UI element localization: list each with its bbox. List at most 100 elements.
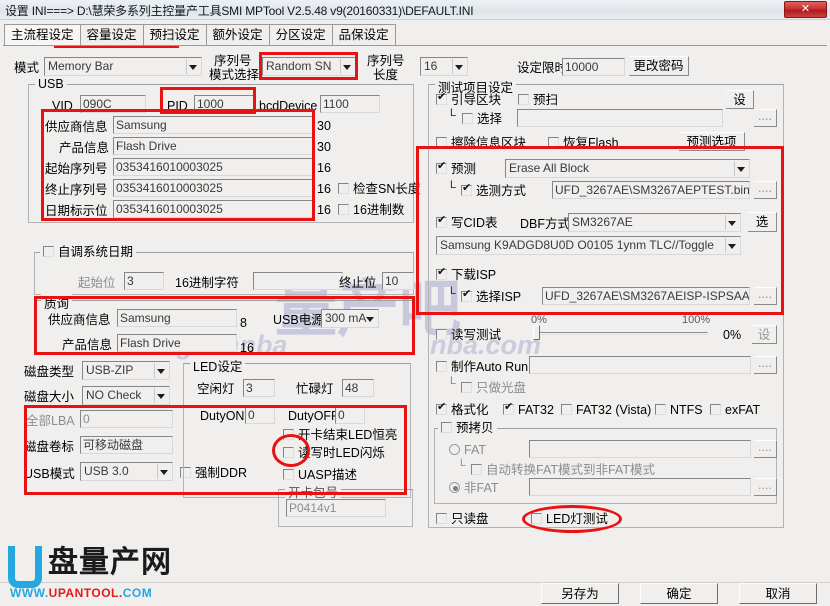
predict-options-button[interactable]: 预测选项 [679, 132, 745, 151]
save-as-button[interactable]: 另存为 [541, 583, 619, 604]
disk-size-combo[interactable]: NO Check [82, 386, 170, 405]
checkbox-box [436, 269, 447, 280]
fat-browse-button[interactable]: .... [754, 440, 777, 458]
checkbox-box [503, 404, 514, 415]
change-password-button[interactable]: 更改密码 [629, 56, 689, 76]
date-flag-field[interactable]: 0353416010003025 [113, 200, 313, 218]
inquiry-vendor-field[interactable]: Samsung [117, 309, 237, 327]
predict-checkbox[interactable]: 预测 [436, 162, 476, 176]
led-blink-checkbox[interactable]: 读写时LED闪烁 [283, 446, 385, 460]
non-fat-path-field[interactable] [529, 478, 751, 496]
led-constant-checkbox[interactable]: 开卡结束LED恒亮 [283, 428, 397, 442]
rw-test-set-button[interactable]: 设 [752, 325, 777, 344]
exfat-checkbox[interactable]: exFAT [710, 403, 760, 417]
busy-led-field[interactable]: 48 [342, 379, 374, 397]
select-label: 选择 [477, 112, 502, 126]
pid-field[interactable]: 1000 [194, 95, 254, 113]
start-bit-field[interactable]: 3 [124, 272, 164, 290]
date-flag-length: 16 [317, 203, 331, 217]
predict-method-path-field[interactable]: UFD_3267AE\SM3267AEPTEST.bin [552, 181, 750, 199]
tab-extra[interactable]: 额外设定 [206, 24, 270, 45]
check-sn-length-checkbox[interactable]: 检查SN长度 [338, 182, 420, 196]
inquiry-product-field[interactable]: Flash Drive [117, 334, 237, 352]
volume-label-field[interactable]: 可移动磁盘 [80, 436, 173, 454]
usb-power-combo[interactable]: 300 mA [321, 309, 379, 328]
end-sn-field[interactable]: 0353416010003025 [113, 179, 313, 197]
predict-method-browse-button[interactable]: .... [754, 181, 777, 199]
uasp-checkbox[interactable]: UASP描述 [283, 468, 357, 482]
dbf-select-button[interactable]: 选 [748, 212, 777, 232]
busy-led-label: 忙碌灯 [296, 382, 334, 396]
sn-mode-combo[interactable]: Random SN [262, 57, 356, 76]
prescan-set-button[interactable]: 设 [726, 90, 754, 109]
non-fat-browse-button[interactable]: .... [754, 478, 777, 496]
tab-partition[interactable]: 分区设定 [269, 24, 333, 45]
fat-path-field[interactable] [529, 440, 751, 458]
predict-mode-combo[interactable]: Erase All Block [505, 159, 750, 178]
usb-mode-combo[interactable]: USB 3.0 [80, 462, 173, 481]
tab-prescan[interactable]: 预扫设定 [143, 24, 207, 45]
download-isp-checkbox[interactable]: 下载ISP [436, 268, 496, 282]
tab-capacity[interactable]: 容量设定 [80, 24, 144, 45]
format-checkbox[interactable]: 格式化 [436, 403, 489, 417]
select-isp-checkbox[interactable]: 选择ISP [461, 290, 521, 304]
boot-block-label: 引导区块 [451, 93, 501, 107]
precopy-checkbox[interactable]: 预拷贝 [438, 421, 497, 435]
rw-test-slider-track[interactable] [536, 332, 708, 335]
select-path-field[interactable] [517, 109, 723, 127]
close-button[interactable]: ✕ [784, 1, 827, 18]
vendor-info-field[interactable]: Samsung [113, 116, 313, 134]
end-bit-field[interactable]: 10 [382, 272, 414, 290]
non-fat-label: 非FAT [464, 481, 499, 495]
select-isp-path-field[interactable]: UFD_3267AE\SM3267AEISP-ISPSAA19nn [542, 287, 750, 305]
hex-char-field[interactable] [253, 272, 343, 290]
autorun-browse-button[interactable]: .... [754, 356, 777, 374]
disk-type-combo[interactable]: USB-ZIP [82, 361, 170, 380]
ok-button[interactable]: 确定 [640, 583, 718, 604]
timeout-field[interactable]: 10000 [562, 58, 625, 76]
erase-info-block-checkbox[interactable]: 擦除信息区块 [436, 136, 526, 150]
select-browse-button[interactable]: .... [754, 109, 777, 127]
fat32-checkbox[interactable]: FAT32 [503, 403, 554, 417]
predict-method-label: 选测方式 [476, 184, 526, 198]
autorun-checkbox[interactable]: 制作Auto Run [436, 360, 528, 374]
fat32-vista-checkbox[interactable]: FAT32 (Vista) [561, 403, 651, 417]
non-fat-radio[interactable]: 非FAT [449, 481, 499, 495]
predict-method-checkbox[interactable]: 选测方式 [461, 184, 526, 198]
write-cid-checkbox[interactable]: 写CID表 [436, 216, 498, 230]
readonly-disk-checkbox[interactable]: 只读盘 [436, 512, 489, 526]
hex-number-checkbox[interactable]: 16进制数 [338, 203, 404, 217]
restore-flash-label: 恢复Flash [563, 136, 619, 150]
duty-off-field[interactable]: 0 [335, 406, 365, 424]
bcddevice-field[interactable]: 1100 [320, 95, 380, 113]
tab-quality[interactable]: 品保设定 [332, 24, 396, 45]
tab-main-flow[interactable]: 主流程设定 [4, 24, 81, 45]
led-test-checkbox[interactable]: LED灯测试 [531, 512, 608, 526]
rw-test-checkbox[interactable]: 读写测试 [436, 328, 501, 342]
led-group-caption: LED设定 [190, 356, 245, 375]
checkbox-box [43, 246, 54, 257]
product-info-field[interactable]: Flash Drive [113, 137, 313, 155]
auto-convert-fat-checkbox[interactable]: 自动转换FAT模式到非FAT模式 [471, 463, 655, 477]
vid-field[interactable]: 090C [80, 95, 146, 113]
sn-length-combo[interactable]: 16 [420, 57, 468, 76]
autorun-path-field[interactable] [529, 356, 751, 374]
ntfs-checkbox[interactable]: NTFS [655, 403, 703, 417]
cdrom-only-checkbox[interactable]: 只做光盘 [461, 381, 526, 395]
boot-block-checkbox[interactable]: 引导区块 [436, 93, 501, 107]
select-isp-browse-button[interactable]: .... [754, 287, 777, 305]
checkbox-box [283, 447, 294, 458]
prescan-checkbox[interactable]: 预扫 [518, 93, 558, 107]
idle-led-field[interactable]: 3 [243, 379, 275, 397]
dbf-mode-combo[interactable]: SM3267AE [568, 213, 741, 232]
duty-on-field[interactable]: 0 [245, 406, 275, 424]
flash-model-combo[interactable]: Samsung K9ADGD8U0D O0105 1ynm TLC//Toggl… [436, 236, 741, 255]
cancel-button[interactable]: 取消 [739, 583, 817, 604]
auto-date-checkbox[interactable]: 自调系统日期 [40, 245, 136, 259]
rw-test-slider-thumb[interactable] [533, 325, 540, 340]
start-sn-field[interactable]: 0353416010003025 [113, 158, 313, 176]
fat-radio[interactable]: FAT [449, 443, 486, 457]
mode-combo[interactable]: Memory Bar [44, 57, 202, 76]
restore-flash-checkbox[interactable]: 恢复Flash [548, 136, 619, 150]
select-checkbox[interactable]: 选择 [462, 112, 502, 126]
